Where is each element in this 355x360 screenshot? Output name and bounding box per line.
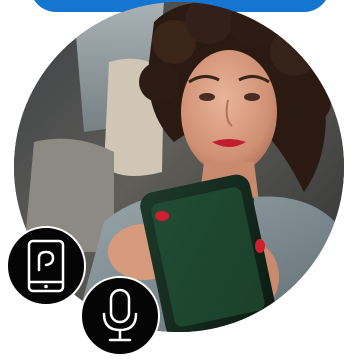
smartphone-app-button[interactable] (6, 226, 86, 306)
smartphone-icon (26, 238, 66, 294)
microphone-icon (100, 288, 140, 344)
voice-input-button[interactable] (80, 276, 160, 356)
